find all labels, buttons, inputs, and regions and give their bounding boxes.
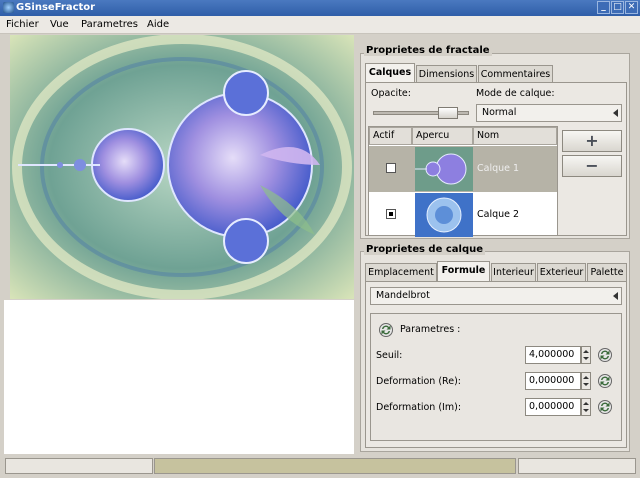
close-icon[interactable]: ✕ (625, 1, 638, 14)
progress-bar (154, 458, 516, 474)
menu-aide[interactable]: Aide (147, 19, 169, 30)
table-row[interactable]: Calque 2 (369, 192, 557, 238)
tab-interieur[interactable]: Interieur (491, 263, 536, 281)
tab-palette[interactable]: Palette (587, 263, 627, 281)
window-title: GSinseFractor (16, 2, 96, 13)
reset-icon[interactable] (597, 347, 613, 363)
param-seuil-label: Seuil: (376, 350, 403, 361)
maximize-icon[interactable]: □ (611, 1, 624, 14)
param-deformation-im-label: Deformation (Im): (376, 402, 462, 413)
reset-icon[interactable] (597, 399, 613, 415)
menu-bar: Fichier Vue Parametres Aide (0, 16, 640, 34)
layer-2-thumbnail (415, 193, 473, 237)
layer-2-name: Calque 2 (477, 209, 520, 220)
remove-layer-button[interactable]: − (562, 155, 622, 177)
param-deformation-re-stepper[interactable] (581, 372, 591, 390)
layer-2-active-checkbox[interactable] (386, 209, 396, 219)
table-row[interactable]: Calque 1 (369, 146, 557, 192)
blend-mode-select[interactable]: Normal (476, 104, 622, 122)
opacity-label: Opacite: (371, 88, 411, 99)
add-layer-button[interactable]: + (562, 130, 622, 152)
menu-parametres[interactable]: Parametres (81, 19, 138, 30)
param-seuil-stepper[interactable] (581, 346, 591, 364)
layer-2-preview (415, 193, 473, 237)
tab-formule[interactable]: Formule (437, 261, 490, 281)
tab-calques[interactable]: Calques (365, 63, 415, 83)
layer-properties-title: Proprietes de calque (364, 244, 486, 255)
parameters-title: Parametres : (400, 324, 461, 335)
param-deformation-im-stepper[interactable] (581, 398, 591, 416)
app-icon (3, 2, 14, 13)
fractal-image (10, 35, 354, 299)
tab-commentaires[interactable]: Commentaires (478, 65, 553, 83)
fractal-canvas[interactable] (10, 35, 354, 299)
param-seuil-input[interactable]: 4,000000 (525, 346, 581, 364)
title-bar: GSinseFractor _ □ ✕ (0, 0, 640, 16)
param-deformation-re-label: Deformation (Re): (376, 376, 461, 387)
layer-1-name: Calque 1 (477, 163, 520, 174)
opacity-slider-handle[interactable] (437, 107, 458, 119)
layer-1-preview (415, 147, 473, 191)
status-info (518, 458, 636, 474)
column-nom[interactable]: Nom (473, 127, 557, 145)
layers-table: Actif Apercu Nom Calque 1 Calque 2 (368, 126, 558, 238)
chevron-left-icon (613, 292, 618, 300)
formula-select[interactable]: Mandelbrot (370, 287, 622, 305)
layer-1-active-checkbox[interactable] (386, 163, 396, 173)
param-deformation-re-input[interactable]: 0,000000 (525, 372, 581, 390)
column-actif[interactable]: Actif (369, 127, 412, 145)
blend-mode-value: Normal (482, 107, 517, 118)
param-deformation-im-input[interactable]: 0,000000 (525, 398, 581, 416)
fractal-properties-title: Proprietes de fractale (364, 45, 492, 56)
tab-emplacement[interactable]: Emplacement (365, 263, 437, 281)
layer-1-thumbnail (415, 147, 473, 191)
parameters-icon (379, 323, 393, 337)
blend-mode-label: Mode de calque: (476, 88, 555, 99)
canvas-empty-area (4, 300, 354, 454)
menu-fichier[interactable]: Fichier (6, 19, 39, 30)
reset-icon[interactable] (597, 373, 613, 389)
formula-value: Mandelbrot (376, 290, 430, 301)
column-apercu[interactable]: Apercu (412, 127, 473, 145)
minimize-icon[interactable]: _ (597, 1, 610, 14)
status-message (5, 458, 153, 474)
chevron-left-icon (613, 109, 618, 117)
tab-dimensions[interactable]: Dimensions (416, 65, 477, 83)
tab-exterieur[interactable]: Exterieur (537, 263, 586, 281)
status-bar (0, 456, 640, 478)
menu-vue[interactable]: Vue (50, 19, 69, 30)
